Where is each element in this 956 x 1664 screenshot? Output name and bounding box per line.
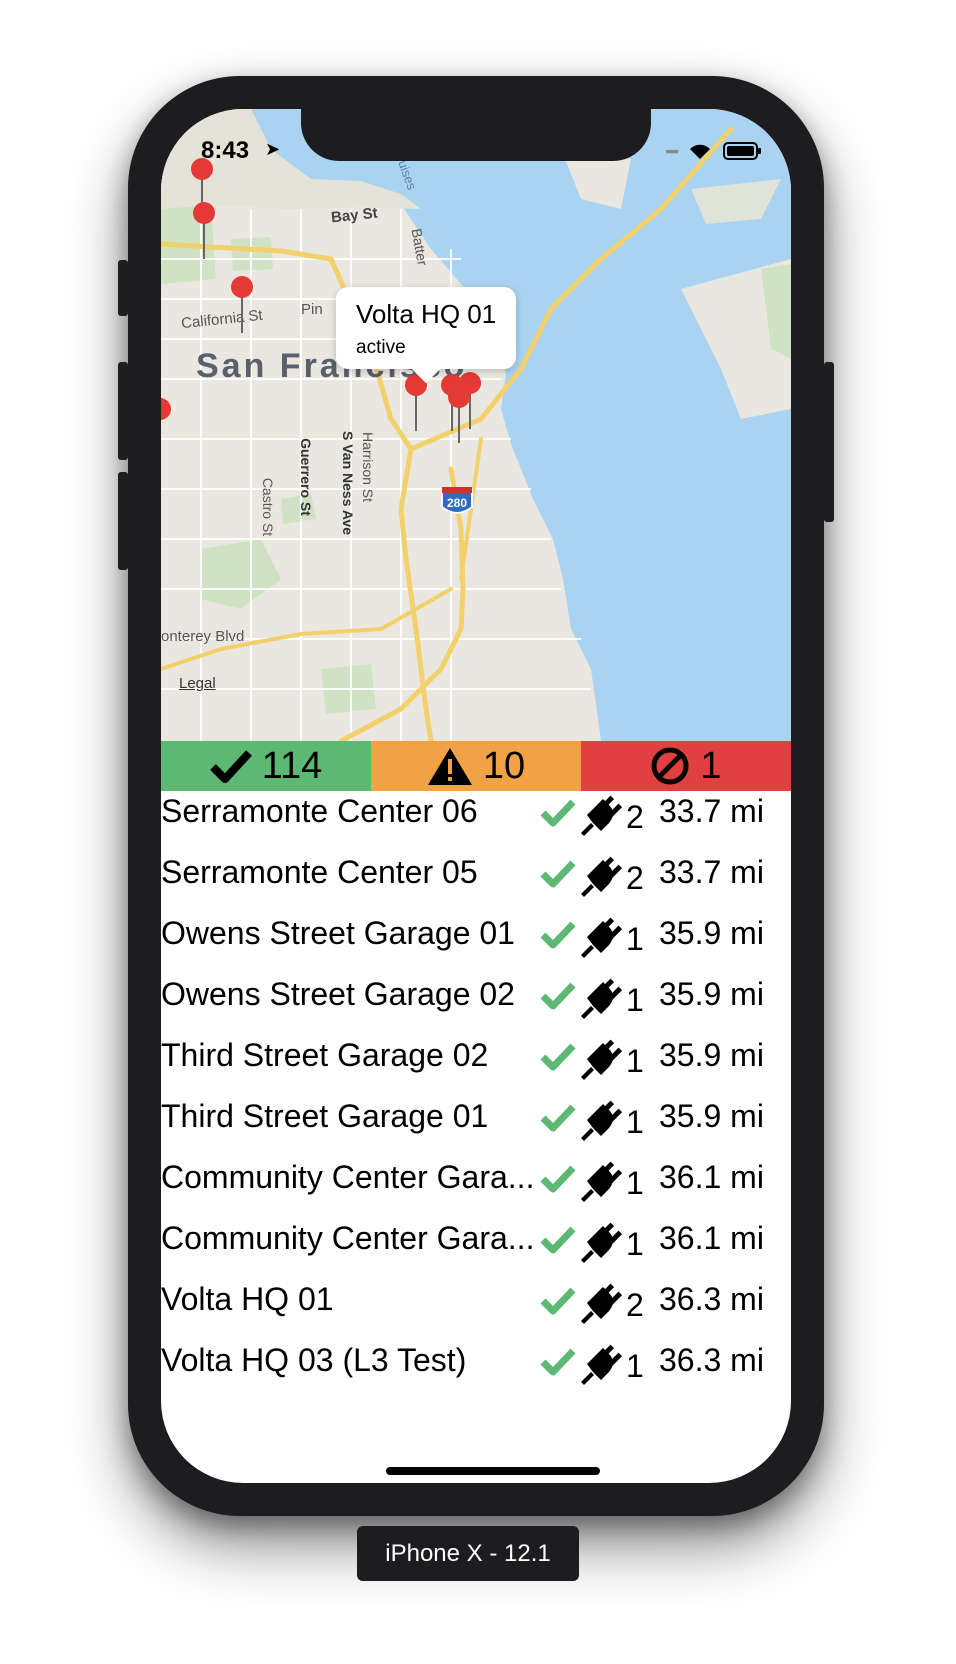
check-icon bbox=[539, 1285, 577, 1320]
station-row[interactable]: Third Street Garage 01 1 35.9 mi bbox=[161, 1096, 791, 1157]
plug-icon bbox=[579, 1342, 623, 1385]
station-distance: 36.1 mi bbox=[659, 1159, 764, 1195]
volume-down-button bbox=[118, 472, 128, 570]
map-callout[interactable]: Volta HQ 01 active bbox=[336, 287, 516, 369]
wifi-icon bbox=[690, 144, 710, 159]
map-street-label: Guerrero St bbox=[297, 438, 314, 516]
plug-icon bbox=[579, 915, 623, 964]
station-name: Third Street Garage 02 bbox=[161, 1037, 489, 1073]
volume-up-button bbox=[118, 362, 128, 460]
station-port-count: 1 bbox=[626, 1043, 644, 1079]
check-icon bbox=[539, 1224, 577, 1259]
callout-subtitle: active bbox=[356, 337, 406, 358]
highway-label: 280 bbox=[447, 496, 467, 510]
battery-icon bbox=[723, 142, 761, 160]
plug-icon bbox=[579, 1159, 623, 1208]
plug-icon bbox=[579, 1281, 623, 1330]
station-name: Serramonte Center 05 bbox=[161, 854, 478, 890]
station-port-count: 1 bbox=[626, 1226, 644, 1262]
station-port-count: 1 bbox=[626, 921, 644, 957]
plug-icon bbox=[579, 1098, 623, 1147]
map-street-label: onterey Blvd bbox=[161, 628, 245, 645]
station-name: Community Center Gara... bbox=[161, 1220, 535, 1256]
plug-icon bbox=[579, 976, 623, 1025]
plug-icon bbox=[579, 1037, 623, 1086]
station-port-count: 1 bbox=[626, 1165, 644, 1201]
station-row[interactable]: Serramonte Center 06 2 33.7 mi bbox=[161, 791, 791, 852]
check-icon bbox=[539, 797, 577, 832]
legal-link[interactable]: Legal bbox=[179, 675, 216, 692]
check-icon bbox=[539, 1102, 577, 1137]
station-port-count: 1 bbox=[626, 1348, 644, 1384]
warning-icon bbox=[427, 748, 472, 785]
station-list[interactable]: Serramonte Center 06 2 33.7 mi Serramonte C… bbox=[161, 791, 791, 1385]
station-row[interactable]: Owens Street Garage 01 1 35.9 mi bbox=[161, 913, 791, 974]
station-distance: 35.9 mi bbox=[659, 976, 764, 1012]
station-distance: 36.3 mi bbox=[659, 1342, 764, 1378]
station-name: Third Street Garage 01 bbox=[161, 1098, 489, 1134]
summary-ok-count: 114 bbox=[261, 744, 323, 787]
station-distance: 35.9 mi bbox=[659, 1037, 764, 1073]
device-label: iPhone X - 12.1 bbox=[357, 1526, 579, 1581]
blocked-icon bbox=[651, 747, 689, 785]
summary-error-count: 1 bbox=[700, 744, 722, 787]
status-bar: 8:43 ➤ •••• bbox=[161, 109, 791, 189]
station-port-count: 1 bbox=[626, 1104, 644, 1140]
screen: 280 San Francisco Bay St Batter Californ… bbox=[161, 109, 791, 1483]
location-arrow-icon: ➤ bbox=[265, 139, 281, 159]
station-row[interactable]: Community Center Gara... 1 36.1 mi bbox=[161, 1157, 791, 1218]
station-name: Owens Street Garage 01 bbox=[161, 915, 515, 951]
station-name: Serramonte Center 06 bbox=[161, 793, 478, 829]
check-icon bbox=[539, 1163, 577, 1198]
station-distance: 33.7 mi bbox=[659, 793, 764, 829]
plug-icon bbox=[579, 1220, 623, 1269]
map-street-label: Castro St bbox=[260, 477, 277, 537]
station-row[interactable]: Owens Street Garage 02 1 35.9 mi bbox=[161, 974, 791, 1035]
plug-icon bbox=[579, 793, 623, 842]
map-street-label: Pin bbox=[301, 301, 323, 318]
callout-title: Volta HQ 01 bbox=[356, 299, 497, 329]
signal-dots-icon: •••• bbox=[665, 143, 679, 159]
station-distance: 35.9 mi bbox=[659, 1098, 764, 1134]
station-port-count: 2 bbox=[626, 799, 644, 835]
check-icon bbox=[539, 1346, 577, 1381]
summary-ok[interactable]: 114 bbox=[161, 741, 371, 791]
station-distance: 36.1 mi bbox=[659, 1220, 764, 1256]
station-name: Volta HQ 01 bbox=[161, 1281, 334, 1317]
plug-icon bbox=[579, 854, 623, 903]
station-row[interactable]: Volta HQ 01 2 36.3 mi bbox=[161, 1279, 791, 1340]
home-indicator[interactable] bbox=[386, 1467, 600, 1475]
station-row[interactable]: Community Center Gara... 1 36.1 mi bbox=[161, 1218, 791, 1279]
station-name: Community Center Gara... bbox=[161, 1159, 535, 1195]
station-distance: 33.7 mi bbox=[659, 854, 764, 890]
station-port-count: 1 bbox=[626, 982, 644, 1018]
station-name: Volta HQ 03 (L3 Test) bbox=[161, 1342, 467, 1378]
check-icon bbox=[539, 980, 577, 1015]
station-port-count: 2 bbox=[626, 1287, 644, 1323]
summary-error[interactable]: 1 bbox=[581, 741, 791, 791]
summary-warning[interactable]: 10 bbox=[371, 741, 581, 791]
station-distance: 36.3 mi bbox=[659, 1281, 764, 1317]
station-row[interactable]: Third Street Garage 02 1 35.9 mi bbox=[161, 1035, 791, 1096]
station-distance: 35.9 mi bbox=[659, 915, 764, 951]
check-icon bbox=[539, 858, 577, 893]
station-row[interactable]: Serramonte Center 05 2 33.7 mi bbox=[161, 852, 791, 913]
check-icon bbox=[209, 750, 252, 783]
mute-switch bbox=[118, 260, 128, 316]
map-view[interactable]: 280 San Francisco Bay St Batter Californ… bbox=[161, 109, 791, 741]
check-icon bbox=[539, 919, 577, 954]
phone-frame: 280 San Francisco Bay St Batter Californ… bbox=[118, 76, 834, 1516]
station-name: Owens Street Garage 02 bbox=[161, 976, 515, 1012]
station-row[interactable]: Volta HQ 03 (L3 Test) 1 36.3 mi bbox=[161, 1340, 791, 1385]
status-time: 8:43 bbox=[201, 137, 250, 164]
power-button bbox=[824, 362, 834, 522]
map-street-label: Harrison St bbox=[360, 431, 377, 503]
check-icon bbox=[539, 1041, 577, 1076]
summary-warning-count: 10 bbox=[482, 744, 526, 787]
status-summary-bar: 114 10 1 bbox=[161, 741, 791, 791]
station-port-count: 2 bbox=[626, 860, 644, 896]
map-street-label: S Van Ness Ave bbox=[340, 430, 357, 536]
